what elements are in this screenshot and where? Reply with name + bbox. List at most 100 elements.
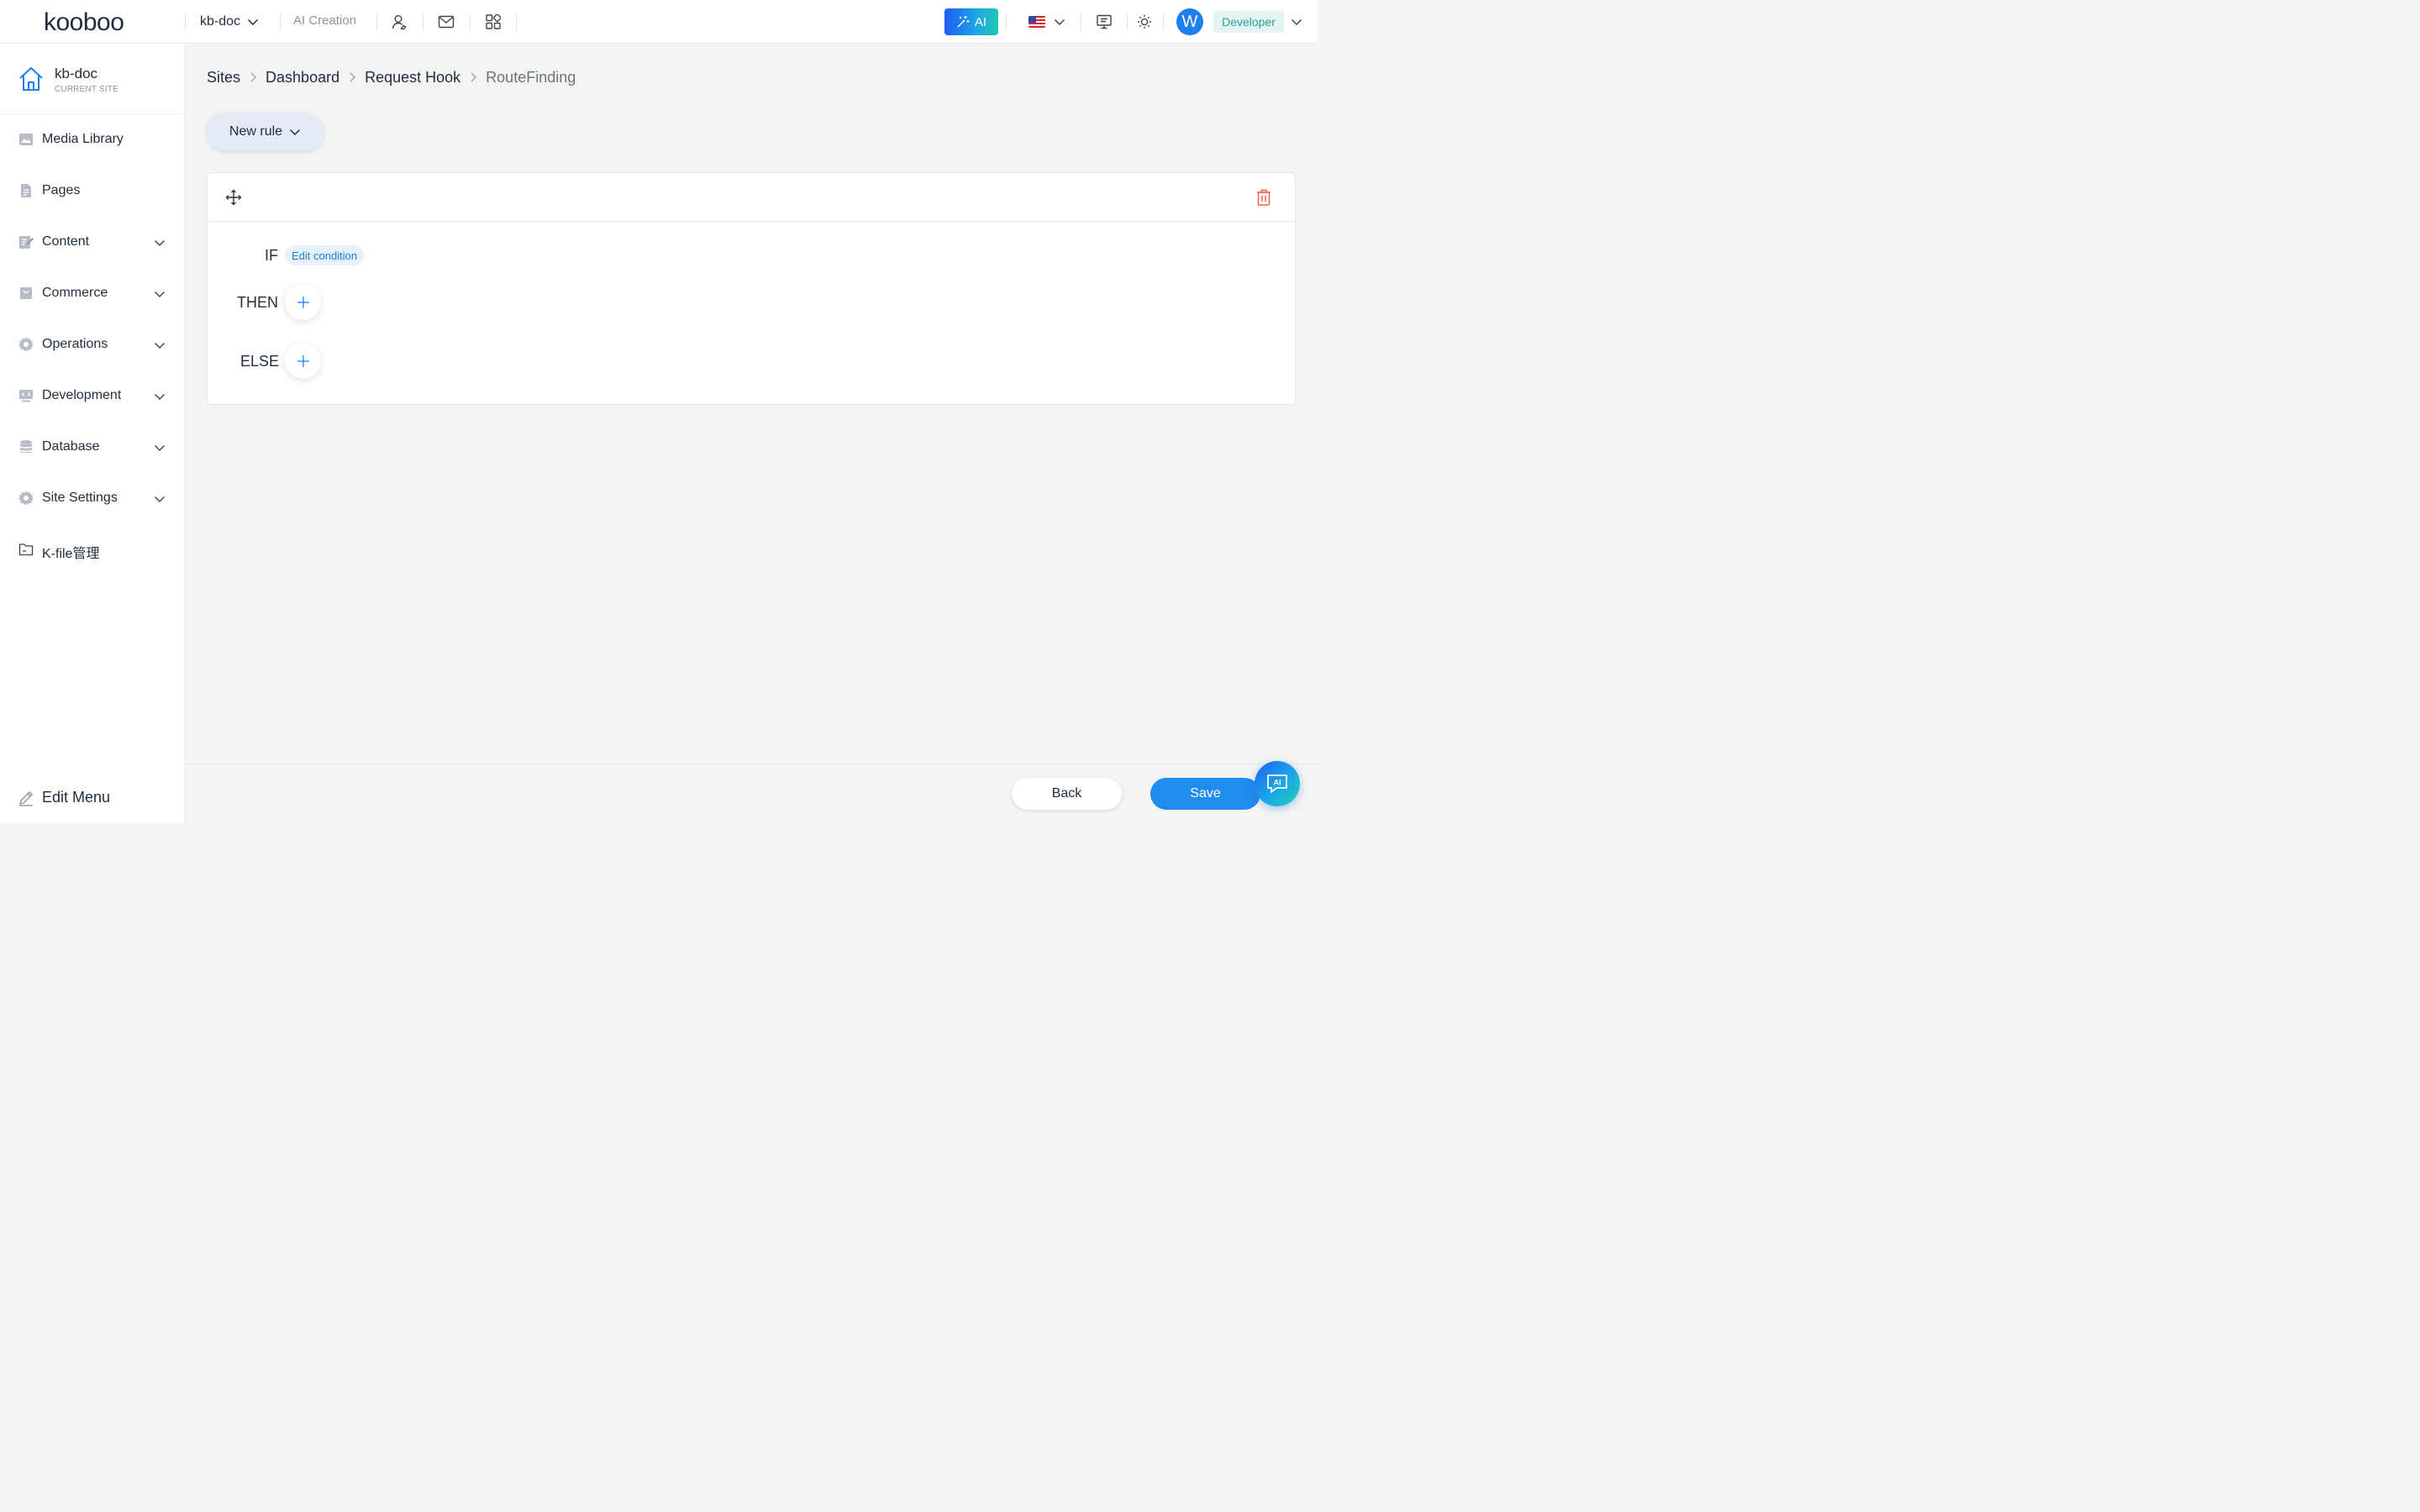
- sidebar-item-media-library[interactable]: Media Library: [0, 121, 185, 158]
- save-button[interactable]: Save: [1150, 778, 1260, 810]
- language-switcher[interactable]: [1028, 12, 1065, 32]
- new-rule-dropdown[interactable]: New rule: [207, 113, 324, 150]
- home-icon: [19, 67, 43, 91]
- breadcrumb-current: RouteFinding: [486, 68, 576, 86]
- pencil-icon: [19, 791, 33, 806]
- mail-icon[interactable]: [436, 12, 456, 32]
- sidebar-item-content[interactable]: Content: [0, 223, 185, 260]
- divider: [376, 14, 377, 31]
- sidebar-item-development[interactable]: Development: [0, 377, 185, 414]
- plus-icon: [297, 354, 309, 367]
- chevron-down-icon: [155, 291, 165, 297]
- trash-icon[interactable]: [1256, 189, 1271, 206]
- current-site[interactable]: kb-doc CURRENT SITE: [0, 44, 185, 114]
- preview-monitor-icon[interactable]: [1094, 12, 1114, 32]
- chevron-down-icon[interactable]: [1291, 16, 1302, 28]
- sidebar-item-label: Operations: [42, 337, 108, 351]
- chevron-down-icon: [155, 343, 165, 349]
- ai-creation-link[interactable]: AI Creation: [293, 13, 356, 28]
- ai-chat-button[interactable]: AI: [1255, 761, 1300, 806]
- ai-button-label: AI: [974, 14, 987, 29]
- sidebar-item-label: Database: [42, 439, 100, 454]
- us-flag-icon: [1028, 16, 1045, 28]
- rule-card-header: [208, 173, 1295, 222]
- chevron-down-icon: [155, 496, 165, 502]
- sidebar-item-pages[interactable]: Pages: [0, 172, 185, 209]
- edit-menu-label: Edit Menu: [42, 789, 111, 806]
- sidebar-item-site-settings[interactable]: Site Settings: [0, 480, 185, 517]
- sidebar-item-k-file[interactable]: K-file管理: [0, 531, 185, 568]
- top-bar: kooboo kb-doc AI Creation AI W Developer: [0, 0, 1318, 44]
- breadcrumb-dashboard[interactable]: Dashboard: [266, 69, 339, 87]
- sidebar-item-commerce[interactable]: Commerce: [0, 275, 185, 312]
- chevron-right-icon: [469, 71, 477, 83]
- code-icon: [19, 390, 33, 402]
- rule-card: IF Edit condition THEN ELSE: [207, 172, 1296, 405]
- chevron-right-icon: [249, 71, 257, 83]
- move-drag-icon[interactable]: [225, 189, 242, 206]
- user-management-icon[interactable]: [389, 12, 409, 32]
- sidebar-item-label: Development: [42, 388, 122, 402]
- role-badge[interactable]: Developer: [1213, 11, 1284, 33]
- edit-menu-button[interactable]: Edit Menu: [0, 780, 185, 816]
- chevron-down-icon: [155, 240, 165, 246]
- magic-wand-icon: [957, 16, 970, 28]
- new-rule-label: New rule: [229, 124, 283, 139]
- chevron-down-icon: [155, 445, 165, 451]
- footer-bar: [185, 764, 1318, 823]
- site-switcher[interactable]: kb-doc: [200, 12, 259, 32]
- sidebar: kb-doc CURRENT SITE Media Library Pages …: [0, 44, 185, 823]
- sidebar-item-label: Pages: [42, 183, 81, 197]
- sidebar-item-database[interactable]: Database: [0, 428, 185, 465]
- divider: [1127, 14, 1128, 31]
- then-label: THEN: [237, 294, 278, 311]
- chevron-right-icon: [348, 71, 356, 83]
- if-label: IF: [265, 247, 278, 264]
- sidebar-item-label: Media Library: [42, 132, 124, 146]
- sidebar-item-label: K-file管理: [42, 547, 100, 561]
- add-else-action-button[interactable]: [285, 343, 321, 379]
- back-button[interactable]: Back: [1012, 778, 1122, 810]
- sidebar-item-label: Commerce: [42, 286, 108, 300]
- gear-icon: [18, 337, 34, 352]
- ai-assistant-button[interactable]: AI: [944, 8, 998, 35]
- else-label: ELSE: [240, 353, 280, 370]
- breadcrumb-sites[interactable]: Sites: [207, 69, 240, 87]
- chevron-down-icon: [155, 394, 165, 400]
- page-icon: [21, 184, 31, 197]
- bag-icon: [20, 287, 32, 299]
- divider: [1006, 14, 1007, 31]
- kooboo-logo[interactable]: kooboo: [40, 8, 146, 35]
- site-switcher-label: kb-doc: [200, 14, 241, 29]
- user-avatar[interactable]: W: [1176, 8, 1203, 35]
- breadcrumb: Sites Dashboard Request Hook RouteFindin…: [207, 67, 576, 87]
- svg-text:kooboo: kooboo: [44, 8, 124, 35]
- content-icon: [19, 236, 34, 249]
- current-site-subtitle: CURRENT SITE: [55, 85, 119, 94]
- breadcrumb-request-hook[interactable]: Request Hook: [365, 69, 460, 87]
- database-icon: [20, 440, 32, 454]
- chevron-down-icon: [1054, 18, 1065, 26]
- add-then-action-button[interactable]: [285, 284, 321, 320]
- divider: [470, 14, 471, 31]
- image-icon: [19, 134, 33, 145]
- gear-icon: [18, 491, 34, 506]
- ai-chat-icon: AI: [1267, 774, 1287, 793]
- chevron-down-icon: [290, 129, 301, 136]
- divider: [516, 14, 517, 31]
- divider: [185, 14, 186, 31]
- edit-condition-button[interactable]: Edit condition: [285, 245, 365, 265]
- sidebar-item-operations[interactable]: Operations: [0, 326, 185, 363]
- sidebar-item-label: Content: [42, 234, 90, 249]
- chevron-down-icon: [248, 18, 259, 26]
- folder-icon: [18, 543, 34, 556]
- apps-grid-icon[interactable]: [483, 12, 503, 32]
- divider: [423, 14, 424, 31]
- sidebar-item-label: Site Settings: [42, 491, 118, 505]
- current-site-name: kb-doc: [55, 66, 98, 81]
- plus-icon: [297, 296, 309, 308]
- svg-text:AI: AI: [1274, 779, 1281, 787]
- theme-sun-icon[interactable]: [1134, 12, 1155, 32]
- divider: [280, 14, 281, 31]
- divider: [1163, 14, 1164, 31]
